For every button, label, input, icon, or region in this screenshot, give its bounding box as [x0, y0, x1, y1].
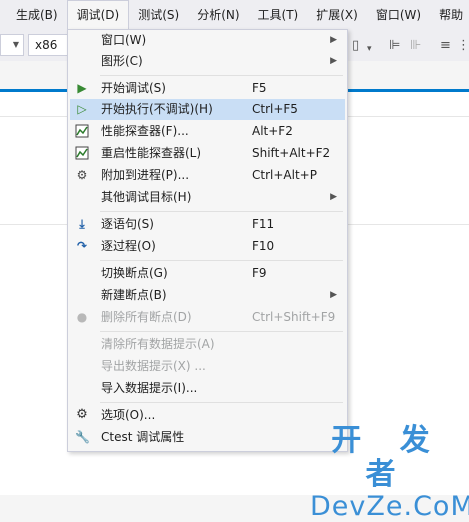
configuration-combo[interactable]: ▼ [0, 34, 24, 56]
step-into-icon: ⤓ [79, 217, 85, 231]
gear-icon: ⚙ [76, 407, 88, 422]
menu-item-import-datatips[interactable]: 导入数据提示(I)... [70, 378, 345, 399]
menu-item-step-into[interactable]: ⤓ 逐语句(S) F11 [70, 214, 345, 235]
menu-item-restart-profiler[interactable]: 重启性能探查器(L) Shift+Alt+F2 [70, 143, 345, 164]
menu-item-export-datatips[interactable]: 导出数据提示(X) ... [70, 356, 345, 377]
menu-help[interactable]: 帮助 [430, 0, 469, 30]
menu-item-windows[interactable]: 窗口(W) ▶ [70, 30, 345, 51]
menu-separator [100, 75, 343, 76]
platform-combo[interactable]: x86 [28, 34, 68, 56]
menu-separator [100, 260, 343, 261]
menu-tools[interactable]: 工具(T) [249, 0, 308, 30]
menu-item-attach-to-process[interactable]: ⚙ 附加到进程(P)... Ctrl+Alt+P [70, 165, 345, 186]
menu-item-step-over[interactable]: ↷ 逐过程(O) F10 [70, 236, 345, 257]
menu-item-options[interactable]: ⚙ 选项(O)... [70, 405, 345, 426]
outdent-icon[interactable]: ⋮ [457, 38, 469, 53]
menu-build[interactable]: 生成(B) [7, 0, 67, 30]
play-filled-icon: ▶ [77, 81, 87, 95]
menu-item-clear-datatips[interactable]: 清除所有数据提示(A) [70, 334, 345, 355]
indent-icon[interactable]: ≡ [440, 38, 451, 53]
submenu-arrow-icon: ▶ [330, 290, 337, 300]
bookmark-prev-icon[interactable]: ⊪ [410, 38, 421, 53]
submenu-arrow-icon: ▶ [330, 35, 337, 45]
wrench-icon: 🔧 [75, 430, 90, 444]
attach-process-icon: ⚙ [76, 168, 88, 182]
debug-menu-dropdown: 窗口(W) ▶ 图形(C) ▶ ▶ 开始调试(S) F5 ▷ 开始执行(不调试)… [67, 29, 348, 452]
menu-item-delete-all-breakpoints[interactable]: ● 删除所有断点(D) Ctrl+Shift+F9 [70, 307, 345, 328]
menu-separator [100, 402, 343, 403]
play-outline-icon: ▷ [77, 102, 87, 116]
toolbar-toggle-icon[interactable]: ▯ [352, 38, 359, 53]
menu-test[interactable]: 测试(S) [129, 0, 188, 30]
performance-icon [75, 124, 89, 138]
menu-debug[interactable]: 调试(D) [66, 0, 130, 30]
menu-extensions[interactable]: 扩展(X) [307, 0, 367, 30]
watermark: 开 发 者 DevZe.CoM [310, 423, 469, 522]
bookmark-icon[interactable]: ⊫ [389, 38, 400, 53]
menu-item-start-without-debugging[interactable]: ▷ 开始执行(不调试)(H) Ctrl+F5 [70, 99, 345, 120]
menu-item-toggle-breakpoint[interactable]: 切换断点(G) F9 [70, 263, 345, 284]
menu-item-performance-profiler[interactable]: 性能探查器(F)... Alt+F2 [70, 121, 345, 142]
menu-item-graphics[interactable]: 图形(C) ▶ [70, 51, 345, 72]
menu-analyze[interactable]: 分析(N) [188, 0, 248, 30]
menu-bar: 生成(B) 调试(D) 测试(S) 分析(N) 工具(T) 扩展(X) 窗口(W… [0, 0, 469, 30]
performance-icon [75, 146, 89, 160]
menu-separator [100, 211, 343, 212]
delete-breakpoints-icon: ● [76, 310, 88, 324]
menu-item-debug-properties[interactable]: 🔧 Ctest 调试属性 [70, 427, 345, 448]
chevron-down-icon[interactable]: ▾ [367, 44, 372, 54]
menu-separator [100, 331, 343, 332]
submenu-arrow-icon: ▶ [330, 56, 337, 66]
chevron-down-icon: ▼ [12, 40, 19, 49]
step-over-icon: ↷ [76, 239, 88, 253]
platform-value: x86 [35, 38, 58, 52]
menu-item-start-debugging[interactable]: ▶ 开始调试(S) F5 [70, 78, 345, 99]
menu-item-new-breakpoint[interactable]: 新建断点(B) ▶ [70, 285, 345, 306]
menu-item-other-debug-targets[interactable]: 其他调试目标(H) ▶ [70, 187, 345, 208]
submenu-arrow-icon: ▶ [330, 192, 337, 202]
menu-window[interactable]: 窗口(W) [367, 0, 430, 30]
